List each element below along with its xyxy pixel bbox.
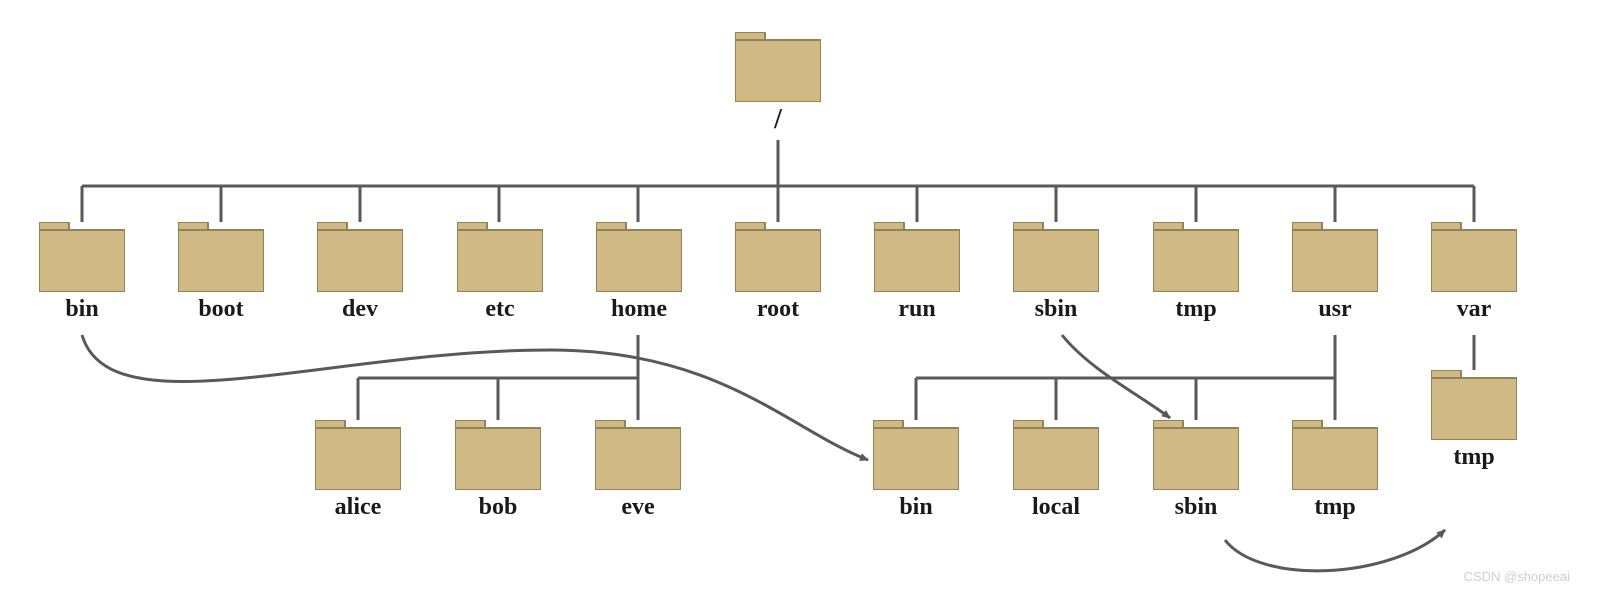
folder-label: dev bbox=[317, 296, 403, 323]
symlink-tmp-to-var-tmp bbox=[1225, 530, 1445, 571]
folder-root: root bbox=[735, 222, 821, 297]
folder-label: etc bbox=[457, 296, 543, 323]
folder-eve: eve bbox=[595, 420, 681, 495]
folder-label: sbin bbox=[1013, 296, 1099, 323]
folder-usr_sbin: sbin bbox=[1153, 420, 1239, 495]
folder-icon bbox=[178, 222, 264, 292]
folder-usr: usr bbox=[1292, 222, 1378, 297]
folder-label: usr bbox=[1292, 296, 1378, 323]
folder-icon bbox=[1013, 222, 1099, 292]
folder-bob: bob bbox=[455, 420, 541, 495]
folder-icon bbox=[39, 222, 125, 292]
folder-icon bbox=[874, 222, 960, 292]
folder-icon bbox=[1431, 222, 1517, 292]
folder-icon bbox=[1153, 222, 1239, 292]
folder-icon bbox=[315, 420, 401, 490]
folder-icon bbox=[1292, 420, 1378, 490]
folder-label: tmp bbox=[1292, 494, 1378, 521]
folder-icon bbox=[457, 222, 543, 292]
folder-alice: alice bbox=[315, 420, 401, 495]
folder-label: tmp bbox=[1153, 296, 1239, 323]
folder-label: / bbox=[735, 104, 821, 136]
folder-icon bbox=[735, 32, 821, 102]
folder-var_tmp: tmp bbox=[1431, 370, 1517, 445]
folder-label: boot bbox=[178, 296, 264, 323]
folder-tmp: tmp bbox=[1153, 222, 1239, 297]
folder-icon bbox=[873, 420, 959, 490]
folder-var: var bbox=[1431, 222, 1517, 297]
folder-run: run bbox=[874, 222, 960, 297]
folder-icon bbox=[595, 420, 681, 490]
folder-icon bbox=[1431, 370, 1517, 440]
folder-icon bbox=[735, 222, 821, 292]
watermark: CSDN @shopeeai bbox=[1464, 569, 1570, 584]
folder-icon bbox=[1013, 420, 1099, 490]
folder-icon bbox=[317, 222, 403, 292]
folder-label: sbin bbox=[1153, 494, 1239, 521]
folder-dev: dev bbox=[317, 222, 403, 297]
folder-label: alice bbox=[315, 494, 401, 521]
folder-label: home bbox=[596, 296, 682, 323]
folder-label: run bbox=[874, 296, 960, 323]
folder-boot: boot bbox=[178, 222, 264, 297]
folder-label: eve bbox=[595, 494, 681, 521]
folder-icon bbox=[596, 222, 682, 292]
folder-label: local bbox=[1013, 494, 1099, 521]
folder-usr_local: local bbox=[1013, 420, 1099, 495]
folder-home: home bbox=[596, 222, 682, 297]
folder-usr_bin: bin bbox=[873, 420, 959, 495]
folder-sbin: sbin bbox=[1013, 222, 1099, 297]
folder-label: tmp bbox=[1431, 444, 1517, 471]
folder-root: / bbox=[735, 32, 821, 107]
folder-usr_tmp: tmp bbox=[1292, 420, 1378, 495]
folder-etc: etc bbox=[457, 222, 543, 297]
folder-label: root bbox=[735, 296, 821, 323]
folder-icon bbox=[1292, 222, 1378, 292]
folder-label: bin bbox=[39, 296, 125, 323]
folder-icon bbox=[455, 420, 541, 490]
folder-icon bbox=[1153, 420, 1239, 490]
folder-bin: bin bbox=[39, 222, 125, 297]
folder-label: bin bbox=[873, 494, 959, 521]
folder-label: var bbox=[1431, 296, 1517, 323]
folder-label: bob bbox=[455, 494, 541, 521]
